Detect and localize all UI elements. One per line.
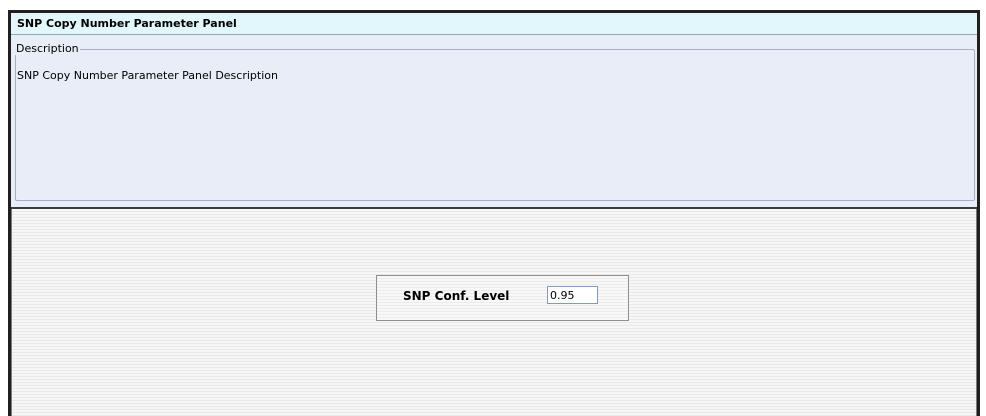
parameter-area: SNP Conf. Level — [11, 209, 977, 416]
description-text: SNP Copy Number Parameter Panel Descript… — [17, 69, 278, 82]
description-section: Description SNP Copy Number Parameter Pa… — [11, 35, 977, 207]
parameter-panel-window: SNP Copy Number Parameter Panel Descript… — [8, 10, 980, 416]
conf-level-input[interactable] — [547, 286, 598, 304]
conf-level-parameter-box: SNP Conf. Level — [376, 275, 629, 321]
panel-title: SNP Copy Number Parameter Panel — [11, 13, 977, 35]
conf-level-label: SNP Conf. Level — [403, 289, 510, 303]
description-legend: Description — [15, 42, 80, 55]
